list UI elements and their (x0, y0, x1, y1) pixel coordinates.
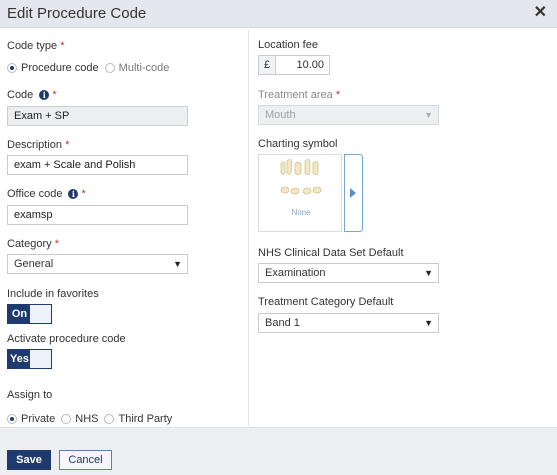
cancel-button[interactable]: Cancel (59, 450, 112, 470)
required-marker: * (81, 188, 86, 200)
category-select[interactable]: General ▼ (7, 254, 188, 274)
required-marker: * (52, 89, 57, 101)
treatment-category-select[interactable]: Band 1 ▼ (258, 313, 439, 333)
radio-label: NHS (75, 413, 99, 425)
radio-unselected-icon (104, 63, 115, 73)
charting-next-button[interactable] (344, 154, 363, 232)
radio-nhs[interactable]: NHS (61, 413, 98, 425)
toggle-on-label: On (8, 305, 31, 323)
left-column: Code type * Procedure code Multi-code Co… (0, 29, 249, 427)
radio-selected-icon (7, 414, 17, 424)
dropdown-arrow-icon: ▼ (173, 259, 182, 269)
category-label: Category * (7, 238, 59, 250)
treatment-area-label: Treatment area * (258, 89, 341, 101)
close-icon[interactable]: ✕ (534, 4, 547, 22)
info-icon[interactable]: i (39, 90, 50, 100)
radio-private[interactable]: Private (7, 413, 55, 425)
required-marker: * (65, 139, 70, 151)
dropdown-arrow-icon: ▼ (424, 110, 433, 120)
charting-none-label: None (291, 208, 311, 217)
category-selected-value: General (14, 258, 54, 270)
assign-to-radio-group: Private NHS Third Party (7, 413, 172, 425)
description-field[interactable]: exam + Scale and Polish (7, 155, 188, 175)
play-arrow-icon (350, 188, 356, 198)
dialog-title: Edit Procedure Code (7, 5, 147, 22)
teeth-icon (280, 159, 322, 195)
required-marker: * (335, 89, 341, 101)
treatment-area-select: Mouth ▼ (258, 105, 439, 125)
activate-toggle[interactable]: Yes (7, 349, 52, 369)
radio-unselected-icon (104, 414, 115, 424)
required-marker: * (54, 238, 59, 250)
treatment-area-value: Mouth (265, 109, 296, 121)
code-type-radio-group: Procedure code Multi-code (7, 62, 169, 74)
treatment-category-label: Treatment Category Default (258, 296, 394, 308)
toggle-knob (30, 350, 51, 368)
toggle-knob (30, 305, 51, 323)
dialog-titlebar: Edit Procedure Code ✕ (0, 0, 557, 28)
code-field[interactable]: Exam + SP (7, 106, 188, 126)
radio-multi-code[interactable]: Multi-code (104, 62, 170, 74)
radio-label: Third Party (118, 413, 173, 425)
location-fee-input: £ 10.00 (258, 55, 330, 75)
required-marker: * (60, 40, 65, 52)
assign-to-label: Assign to (7, 389, 53, 401)
nhs-default-label: NHS Clinical Data Set Default (258, 247, 404, 259)
radio-unselected-icon (61, 414, 72, 424)
edit-procedure-dialog: Edit Procedure Code ✕ Code type * Proced… (0, 0, 557, 475)
currency-symbol: £ (258, 55, 276, 75)
radio-third-party[interactable]: Third Party (104, 413, 172, 425)
toggle-on-label: Yes (8, 350, 31, 368)
info-icon[interactable]: i (68, 189, 79, 199)
nhs-default-select[interactable]: Examination ▼ (258, 263, 439, 283)
office-code-field[interactable]: examsp (7, 205, 188, 225)
description-label: Description * (7, 139, 70, 151)
code-type-label: Code type * (7, 40, 65, 52)
radio-selected-icon (7, 63, 17, 73)
radio-label: Multi-code (118, 62, 170, 74)
location-fee-field[interactable]: 10.00 (276, 55, 330, 75)
office-code-label: Office code i * (7, 188, 86, 200)
radio-label: Private (21, 413, 56, 425)
dialog-footer: Save Cancel (0, 427, 557, 475)
dropdown-arrow-icon: ▼ (424, 318, 433, 328)
include-favorites-label: Include in favorites (7, 288, 99, 300)
save-button[interactable]: Save (7, 450, 51, 470)
location-fee-label: Location fee (258, 39, 318, 51)
activate-label: Activate procedure code (7, 333, 126, 345)
treatment-category-value: Band 1 (265, 317, 300, 329)
code-label: Code i * (7, 89, 57, 101)
dropdown-arrow-icon: ▼ (424, 268, 433, 278)
charting-symbol-label: Charting symbol (258, 138, 338, 150)
charting-symbol-preview[interactable]: None (258, 154, 342, 232)
nhs-default-value: Examination (265, 267, 326, 279)
radio-label: Procedure code (21, 62, 99, 74)
radio-procedure-code[interactable]: Procedure code (7, 62, 99, 74)
right-column: Location fee £ 10.00 Treatment area * Mo… (250, 29, 557, 427)
include-favorites-toggle[interactable]: On (7, 304, 52, 324)
